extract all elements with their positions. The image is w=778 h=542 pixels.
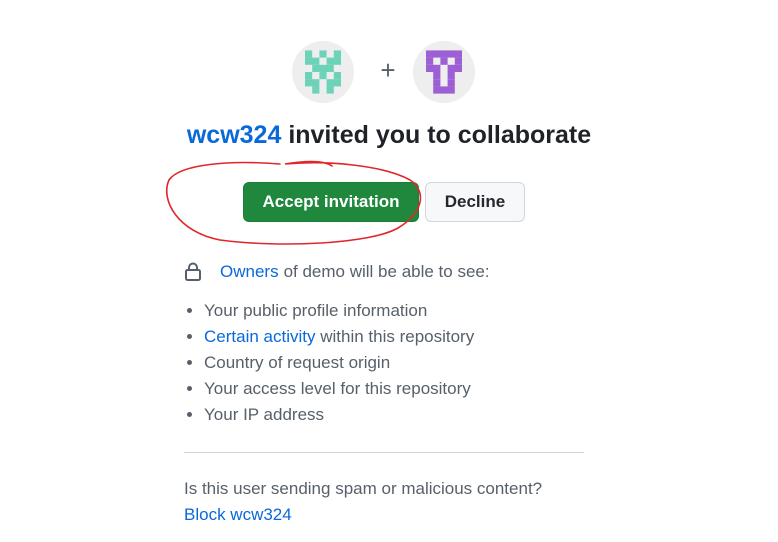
spam-section: Is this user sending spam or malicious c… xyxy=(184,476,542,528)
list-item: Certain activity within this repository xyxy=(204,324,474,350)
permission-text: Country of request origin xyxy=(204,353,391,372)
plus-separator: + xyxy=(380,55,396,85)
decline-button[interactable]: Decline xyxy=(425,182,525,222)
list-item: Country of request origin xyxy=(204,350,474,376)
lock-icon xyxy=(185,262,201,281)
invitation-title: wcw324 invited you to collaborate xyxy=(0,118,778,152)
invitation-text: invited you to collaborate xyxy=(288,121,592,149)
permission-list: Your public profile information Certain … xyxy=(186,298,474,428)
visibility-text: of demo will be able to see: xyxy=(283,262,490,281)
list-item: Your access level for this repository xyxy=(204,376,474,402)
divider xyxy=(184,452,584,453)
inviter-link[interactable]: wcw324 xyxy=(187,121,282,149)
invitee-avatar[interactable] xyxy=(413,41,475,103)
owners-link[interactable]: Owners xyxy=(220,262,279,282)
permission-text: within this repository xyxy=(320,327,475,346)
identicon-purple-icon xyxy=(426,50,462,94)
list-item: Your public profile information xyxy=(204,298,474,324)
annotation-circle xyxy=(165,160,422,245)
permission-text: Your public profile information xyxy=(204,301,428,320)
permission-text: Your access level for this repository xyxy=(204,379,471,398)
list-item: Your IP address xyxy=(204,402,474,428)
identicon-teal-icon xyxy=(305,50,341,94)
certain-activity-link[interactable]: Certain activity xyxy=(204,327,315,346)
visibility-info: Owners of demo will be able to see: xyxy=(184,260,490,284)
inviter-avatar[interactable] xyxy=(292,41,354,103)
permission-text: Your IP address xyxy=(204,405,325,424)
block-user-link[interactable]: Block wcw324 xyxy=(184,502,542,528)
spam-question: Is this user sending spam or malicious c… xyxy=(184,479,543,498)
